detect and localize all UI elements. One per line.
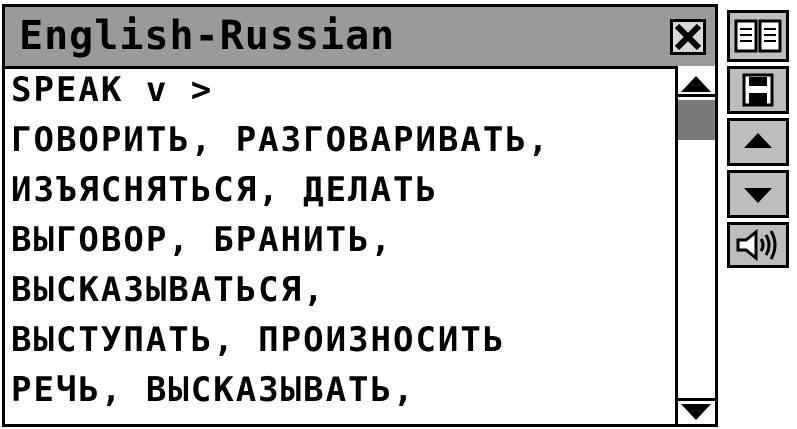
page-up-button[interactable]: [727, 118, 789, 166]
window-title: English-Russian: [19, 13, 396, 59]
vertical-scrollbar[interactable]: [675, 66, 715, 424]
speaker-icon: [736, 228, 777, 262]
entry-line: ГОВОРИТЬ, РАЗГОВАРИВАТЬ,: [11, 120, 551, 160]
dictionary-window: English-Russian SPEAK v > ГОВОРИТЬ, РАЗГ…: [2, 4, 718, 427]
entry-line: ВЫСТУПАТЬ, ПРОИЗНОСИТЬ: [11, 320, 506, 360]
pronounce-button[interactable]: [727, 222, 789, 268]
entry-line: ВЫГОВОР, БРАНИТЬ,: [11, 220, 393, 260]
triangle-up-icon: [678, 76, 715, 97]
triangle-down-icon: [678, 398, 715, 420]
page-down-button[interactable]: [727, 170, 789, 218]
arrow-down-icon: [744, 188, 772, 203]
close-button[interactable]: [670, 19, 706, 55]
scroll-up-button[interactable]: [678, 72, 715, 98]
save-button[interactable]: [727, 66, 789, 114]
scroll-thumb[interactable]: [678, 100, 715, 140]
arrow-up-icon: [744, 133, 772, 148]
close-icon: [674, 23, 702, 51]
entry-line: РЕЧЬ, ВЫСКАЗЫВАТЬ,: [11, 370, 416, 410]
entry-line: ВЫСКАЗЫВАТЬСЯ,: [11, 270, 326, 310]
entry-line: SPEAK v >: [11, 70, 214, 110]
title-bar: English-Russian: [5, 7, 715, 69]
dictionary-button[interactable]: [727, 10, 789, 62]
book-icon: [734, 19, 782, 53]
side-toolbar: [725, 0, 791, 429]
save-icon: [742, 73, 774, 107]
entry-content: SPEAK v > ГОВОРИТЬ, РАЗГОВАРИВАТЬ, ИЗЪЯС…: [5, 66, 675, 424]
entry-line: ИЗЪЯСНЯТЬСЯ, ДЕЛАТЬ: [11, 170, 438, 210]
scroll-down-button[interactable]: [678, 398, 715, 424]
